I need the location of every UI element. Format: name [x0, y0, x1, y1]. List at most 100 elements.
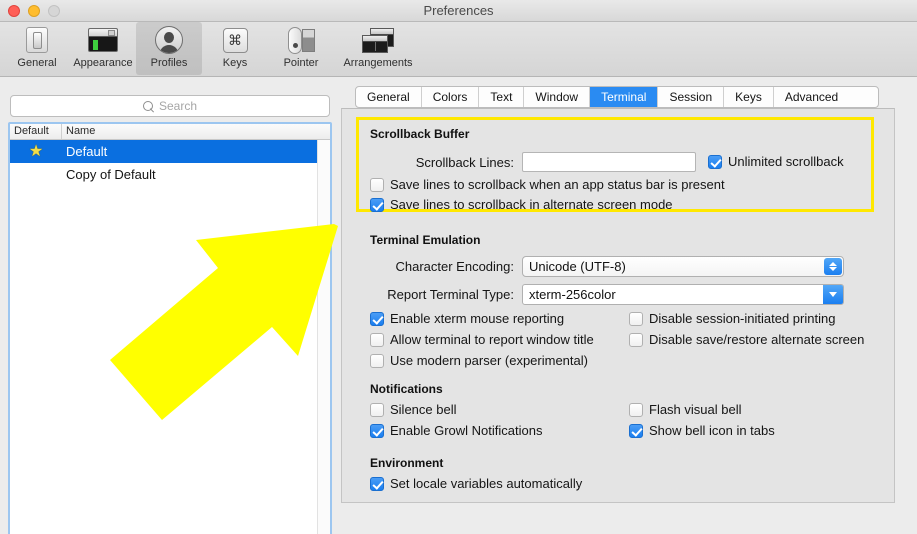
set-locale-variables-label: Set locale variables automatically — [390, 476, 583, 491]
preferences-toolbar: General Appearance Profiles ⌘ Keys Point… — [0, 22, 917, 77]
window-appearance-icon — [88, 25, 118, 55]
save-alternate-screen-label: Save lines to scrollback in alternate sc… — [390, 197, 673, 212]
silence-bell-label: Silence bell — [390, 402, 457, 417]
profiles-list-header: Default Name — [10, 124, 330, 140]
profile-settings-pane: General Colors Text Window Terminal Sess… — [340, 77, 917, 534]
flash-visual-bell-label: Flash visual bell — [649, 402, 742, 417]
toolbar-item-profiles[interactable]: Profiles — [136, 22, 202, 75]
default-star-cell: ★ — [10, 142, 62, 160]
checkbox-box — [370, 403, 384, 417]
environment-heading: Environment — [370, 456, 444, 470]
tab-text[interactable]: Text — [479, 87, 525, 107]
checkbox-box — [629, 312, 643, 326]
checkbox-box — [708, 155, 722, 169]
scrollback-lines-input[interactable] — [522, 152, 696, 172]
search-placeholder: Search — [158, 99, 198, 113]
toolbar-item-pointer[interactable]: Pointer — [268, 22, 334, 75]
checkbox-box — [370, 354, 384, 368]
tab-window[interactable]: Window — [524, 87, 591, 107]
save-status-bar-label: Save lines to scrollback when an app sta… — [390, 177, 725, 192]
enable-xterm-mouse-reporting-label: Enable xterm mouse reporting — [390, 311, 565, 326]
terminal-emulation-heading-row: Terminal Emulation — [370, 233, 480, 247]
report-terminal-type-combo[interactable]: xterm-256color — [522, 284, 844, 305]
profiles-list[interactable]: Default Name ★ Default Copy of Default — [8, 122, 332, 534]
character-encoding-value: Unicode (UTF-8) — [529, 259, 626, 274]
notifications-heading-row: Notifications — [370, 382, 443, 396]
report-terminal-type-row: Report Terminal Type: xterm-256color — [370, 284, 880, 305]
toolbar-item-appearance-label: Appearance — [73, 57, 133, 69]
scrollback-lines-label: Scrollback Lines: — [415, 154, 514, 170]
toolbar-item-appearance[interactable]: Appearance — [70, 22, 136, 75]
tab-colors[interactable]: Colors — [422, 87, 480, 107]
window-title: Preferences — [423, 3, 494, 18]
terminal-settings-panel: Scrollback Buffer Scrollback Lines: Unli… — [341, 108, 895, 503]
flash-visual-bell-checkbox[interactable]: Flash visual bell — [629, 403, 742, 417]
disable-session-initiated-printing-label: Disable session-initiated printing — [649, 311, 836, 326]
checkbox-box — [370, 333, 384, 347]
search-input[interactable]: Search — [10, 95, 330, 117]
column-header-default[interactable]: Default — [10, 124, 62, 139]
unlimited-scrollback-checkbox[interactable]: Unlimited scrollback — [708, 155, 844, 169]
title-bar: Preferences — [0, 0, 917, 22]
scrollback-lines-row: Scrollback Lines: Unlimited scrollback — [370, 152, 870, 172]
toolbar-item-pointer-label: Pointer — [283, 57, 319, 69]
toolbar-item-general[interactable]: General — [4, 22, 70, 75]
mouse-icon — [286, 25, 316, 55]
column-header-name[interactable]: Name — [62, 124, 330, 139]
enable-xterm-mouse-reporting-checkbox[interactable]: Enable xterm mouse reporting — [370, 312, 564, 326]
show-bell-icon-in-tabs-checkbox[interactable]: Show bell icon in tabs — [629, 424, 775, 438]
disable-save-restore-alternate-screen-label: Disable save/restore alternate screen — [649, 332, 865, 347]
save-alternate-screen-checkbox[interactable]: Save lines to scrollback in alternate sc… — [370, 198, 673, 212]
profile-name: Default — [66, 144, 108, 159]
character-encoding-select[interactable]: Unicode (UTF-8) — [522, 256, 844, 277]
tab-terminal[interactable]: Terminal — [590, 87, 659, 107]
settings-tab-bar: General Colors Text Window Terminal Sess… — [355, 86, 879, 108]
enable-growl-notifications-checkbox[interactable]: Enable Growl Notifications — [370, 424, 542, 438]
tab-keys[interactable]: Keys — [724, 87, 774, 107]
person-icon — [155, 25, 183, 55]
scrollback-heading-row: Scrollback Buffer — [370, 127, 469, 141]
windows-stack-icon — [362, 25, 394, 55]
table-row[interactable]: ★ Default — [10, 140, 330, 163]
report-terminal-type-value: xterm-256color — [529, 287, 616, 302]
tab-advanced[interactable]: Advanced — [774, 87, 849, 107]
star-icon: ★ — [28, 142, 44, 160]
updown-chevron-icon — [824, 258, 842, 275]
toolbar-item-arrangements[interactable]: Arrangements — [334, 22, 422, 75]
tab-session[interactable]: Session — [658, 87, 725, 107]
silence-bell-checkbox[interactable]: Silence bell — [370, 403, 457, 417]
scrollback-buffer-heading: Scrollback Buffer — [370, 127, 470, 141]
show-bell-icon-in-tabs-label: Show bell icon in tabs — [649, 423, 775, 438]
character-encoding-row: Character Encoding: Unicode (UTF-8) — [370, 256, 880, 277]
save-status-bar-checkbox[interactable]: Save lines to scrollback when an app sta… — [370, 178, 725, 192]
preferences-window: Preferences General Appearance Profiles … — [0, 0, 917, 534]
toolbar-item-arrangements-label: Arrangements — [343, 57, 413, 69]
toolbar-item-general-label: General — [17, 57, 57, 69]
character-encoding-label: Character Encoding: — [395, 259, 514, 274]
environment-heading-row: Environment — [370, 456, 443, 470]
checkbox-box — [370, 198, 384, 212]
chevron-down-icon[interactable] — [823, 285, 843, 304]
profiles-sidebar: Search Default Name ★ Default Copy of De… — [0, 77, 340, 534]
table-row[interactable]: Copy of Default — [10, 163, 330, 186]
checkbox-box — [629, 333, 643, 347]
command-key-icon: ⌘ — [222, 25, 248, 55]
checkbox-box — [629, 403, 643, 417]
profiles-list-scrollbar[interactable] — [317, 140, 330, 534]
search-icon — [142, 100, 154, 112]
toolbar-item-keys[interactable]: ⌘ Keys — [202, 22, 268, 75]
checkbox-box — [370, 312, 384, 326]
toolbar-item-profiles-label: Profiles — [150, 57, 188, 69]
use-modern-parser-label: Use modern parser (experimental) — [390, 353, 588, 368]
tab-general[interactable]: General — [356, 87, 422, 107]
use-modern-parser-checkbox[interactable]: Use modern parser (experimental) — [370, 354, 588, 368]
allow-report-window-title-checkbox[interactable]: Allow terminal to report window title — [370, 333, 594, 347]
checkbox-box — [629, 424, 643, 438]
disable-session-initiated-printing-checkbox[interactable]: Disable session-initiated printing — [629, 312, 835, 326]
allow-report-window-title-label: Allow terminal to report window title — [390, 332, 594, 347]
switch-icon — [26, 25, 48, 55]
disable-save-restore-alternate-screen-checkbox[interactable]: Disable save/restore alternate screen — [629, 333, 864, 347]
enable-growl-notifications-label: Enable Growl Notifications — [390, 423, 543, 438]
set-locale-variables-checkbox[interactable]: Set locale variables automatically — [370, 477, 582, 491]
notifications-heading: Notifications — [370, 382, 443, 396]
